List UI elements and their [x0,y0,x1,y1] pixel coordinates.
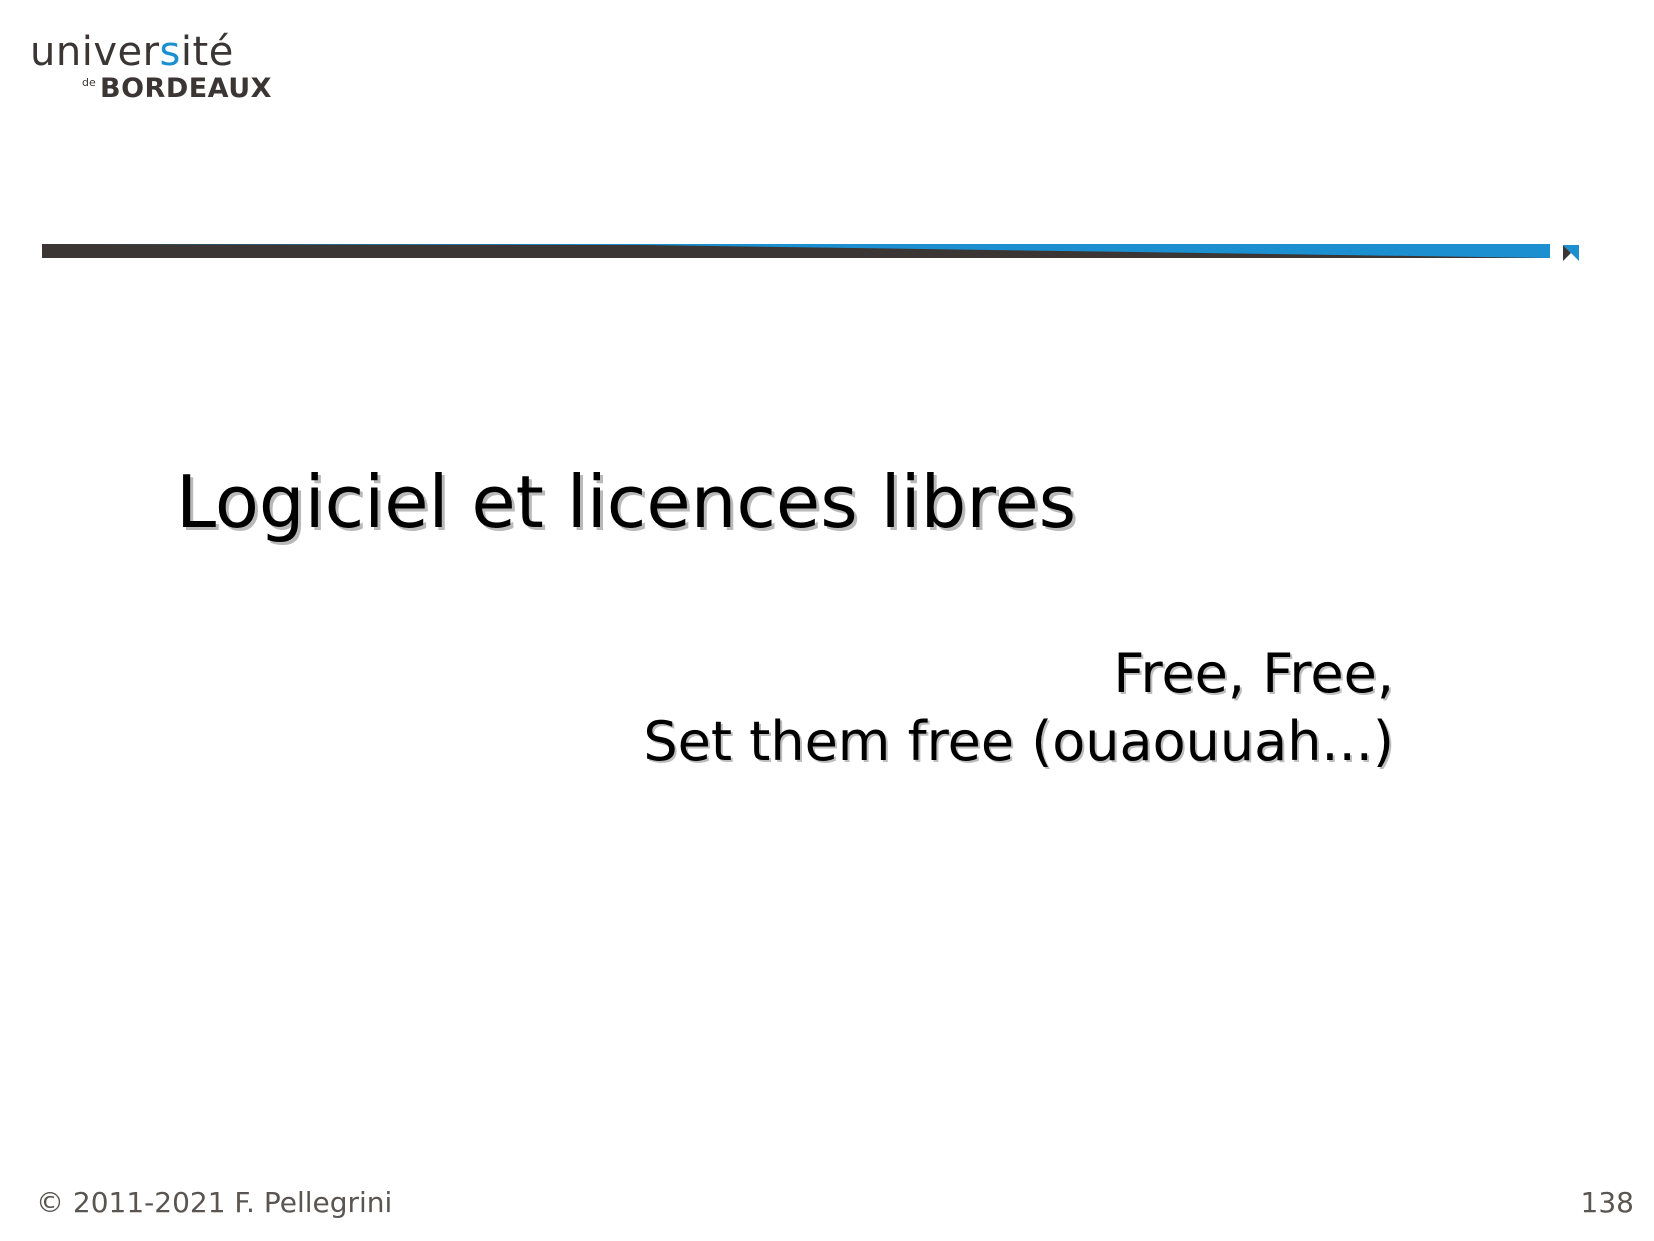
logo-word-start: univer [30,29,160,75]
footer-copyright: © 2011-2021 F. Pellegrini [36,1186,393,1219]
slide-subtitle: Free, Free, Set them free (ouaouuah...) [643,640,1394,776]
university-logo: université de BORDEAUX [30,28,280,108]
logo-word-accent: s [159,29,181,75]
logo-city: BORDEAUX [100,73,272,104]
logo-wordmark: université [30,28,234,76]
subtitle-line-1: Free, Free, [1113,642,1394,705]
header-rule [42,244,1550,258]
logo-word-end: ité [180,29,234,75]
corner-mark-icon [1563,245,1579,261]
footer-page-number: 138 [1580,1186,1634,1219]
subtitle-line-2: Set them free (ouaouuah...) [643,710,1394,773]
slide-title: Logiciel et licences libres [176,460,1077,544]
logo-de: de [82,76,96,89]
